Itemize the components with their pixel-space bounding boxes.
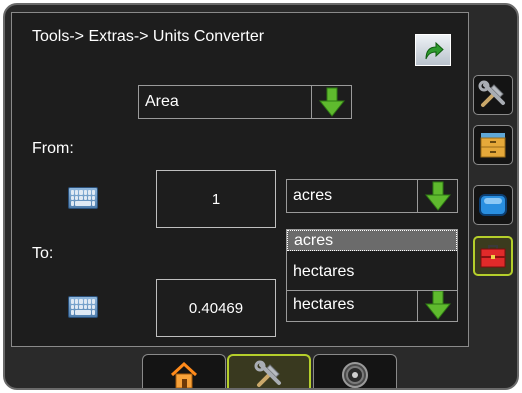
keyboard-icon[interactable] (68, 296, 98, 318)
category-select[interactable]: Area (138, 85, 352, 119)
tools-icon (478, 80, 505, 107)
to-value-field[interactable]: 0.40469 (156, 279, 276, 337)
category-value: Area (145, 93, 179, 110)
from-label: From: (32, 140, 74, 157)
category-dropdown-button[interactable] (311, 86, 351, 118)
home-icon (170, 361, 198, 388)
from-unit-dropdown-button[interactable] (417, 180, 457, 212)
tools-tab[interactable] (227, 354, 311, 388)
device-frame: Tools-> Extras-> Units Converter Area Fr… (3, 3, 519, 390)
unit-dropdown-list: acres hectares (286, 229, 458, 291)
dropdown-option-hectares[interactable]: hectares (287, 261, 457, 282)
sidebar-display-button[interactable] (473, 185, 513, 225)
sidebar-files-button[interactable] (473, 125, 513, 165)
gauge-icon (342, 361, 368, 388)
home-tab[interactable] (142, 354, 226, 388)
display-icon (479, 194, 507, 216)
tools-icon (254, 360, 281, 387)
to-label: To: (32, 245, 54, 262)
down-arrow-icon (424, 290, 451, 320)
sidebar-toolbox-button[interactable] (473, 236, 513, 276)
to-unit-value: hectares (293, 296, 355, 313)
to-unit-select[interactable]: hectares (286, 288, 458, 322)
main-panel: Tools-> Extras-> Units Converter Area Fr… (11, 12, 469, 347)
down-arrow-icon (318, 87, 345, 117)
from-value-field[interactable]: 1 (156, 170, 276, 228)
guidance-tab[interactable] (313, 354, 397, 388)
sidebar-tools-button[interactable] (473, 75, 513, 115)
file-cabinet-icon (480, 133, 506, 158)
from-unit-value: acres (293, 187, 333, 204)
dropdown-option-acres[interactable]: acres (287, 230, 457, 251)
back-button[interactable] (415, 34, 451, 66)
to-unit-dropdown-button[interactable] (417, 289, 457, 321)
down-arrow-icon (424, 181, 451, 211)
return-arrow-icon (425, 41, 444, 60)
breadcrumb: Tools-> Extras-> Units Converter (32, 28, 265, 45)
toolbox-icon (480, 245, 506, 268)
keyboard-icon[interactable] (68, 187, 98, 209)
from-unit-select[interactable]: acres (286, 179, 458, 213)
